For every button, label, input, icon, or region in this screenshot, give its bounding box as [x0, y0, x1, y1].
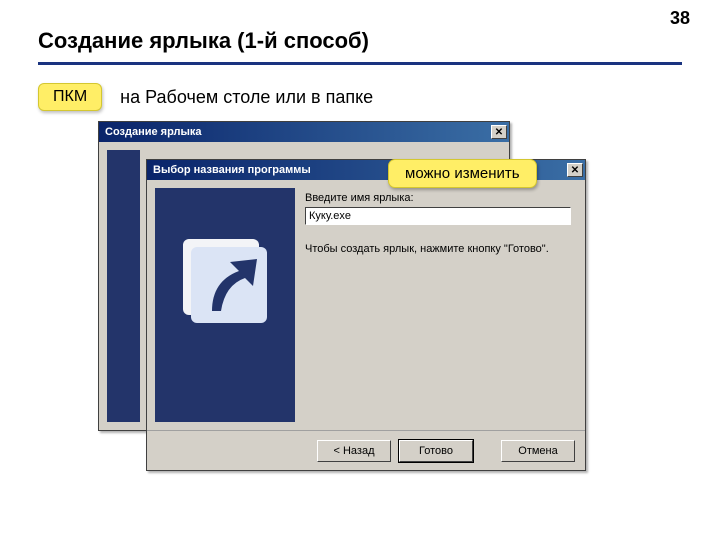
- shortcut-arrow-icon: [177, 233, 277, 343]
- close-icon[interactable]: ✕: [567, 163, 583, 177]
- title-underline: [38, 62, 682, 65]
- wizard-graphic: [155, 188, 295, 422]
- titlebar-back-text: Создание ярлыка: [105, 126, 202, 138]
- dialog-stage: Создание ярлыка ✕ Выбор названия програм…: [0, 119, 720, 479]
- hint-row: ПКМ на Рабочем столе или в папке: [38, 83, 720, 111]
- wizard-graphic-back: [107, 150, 140, 422]
- close-icon[interactable]: ✕: [491, 125, 507, 139]
- page-number: 38: [670, 8, 690, 29]
- back-button[interactable]: < Назад: [317, 440, 391, 462]
- dialog-content: Введите имя ярлыка: Чтобы создать ярлык,…: [305, 188, 577, 422]
- dialog-select-name: Выбор названия программы ✕ Введите имя я…: [146, 159, 586, 471]
- hint-text: на Рабочем столе или в папке: [120, 87, 373, 108]
- instruction-text: Чтобы создать ярлык, нажмите кнопку "Гот…: [305, 243, 571, 255]
- page-title: Создание ярлыка (1-й способ): [0, 0, 720, 58]
- callout-can-change: можно изменить: [388, 159, 537, 188]
- cancel-button[interactable]: Отмена: [501, 440, 575, 462]
- right-click-badge: ПКМ: [38, 83, 102, 111]
- shortcut-name-label: Введите имя ярлыка:: [305, 192, 571, 204]
- finish-button[interactable]: Готово: [399, 440, 473, 462]
- shortcut-name-input[interactable]: [305, 207, 571, 225]
- titlebar-front-text: Выбор названия программы: [153, 164, 311, 176]
- titlebar-back[interactable]: Создание ярлыка ✕: [99, 122, 509, 142]
- button-bar: < Назад Готово Отмена: [147, 430, 585, 470]
